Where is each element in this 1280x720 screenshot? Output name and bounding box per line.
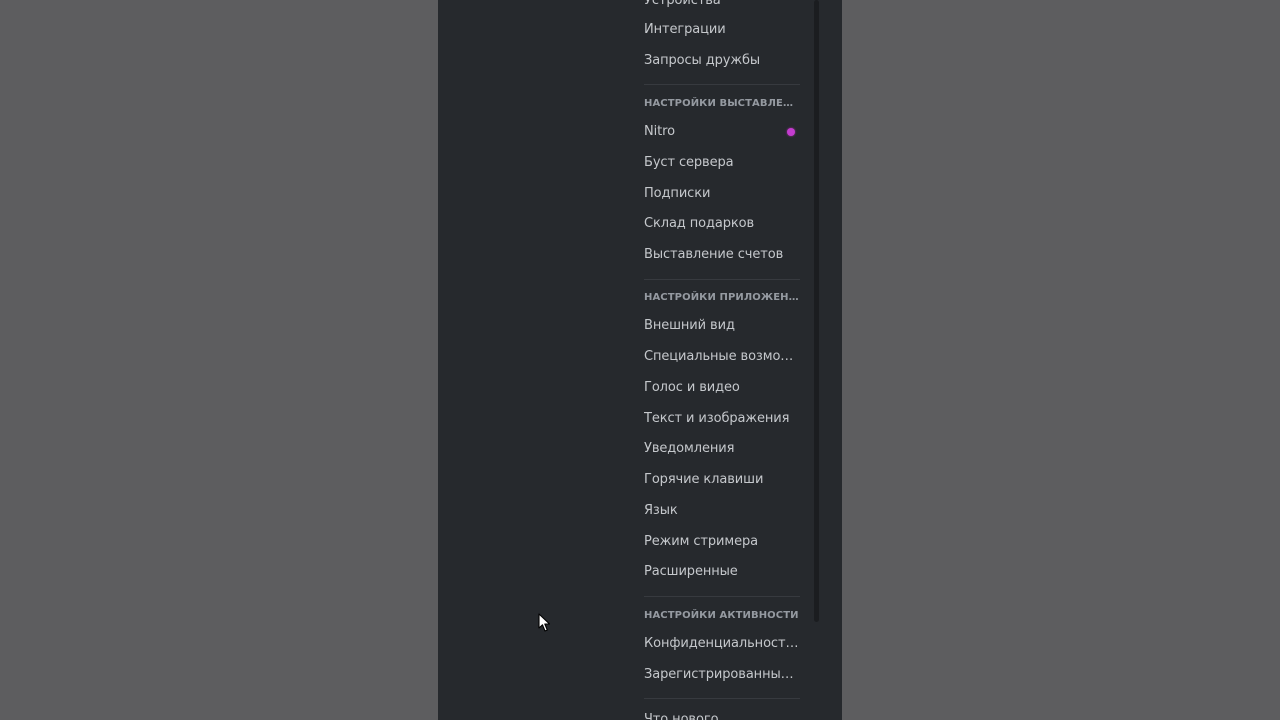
sidebar-item-voice-video[interactable]: Голос и видео [644,373,800,403]
sidebar-item-gift-inventory[interactable]: Склад подарков [644,209,800,239]
section-header-activity: НАСТРОЙКИ АКТИВНОСТИ [644,610,799,621]
screen: Устройства Интеграции Запросы дружбы НАС… [0,0,1280,720]
sidebar-item-devices[interactable]: Устройства [644,0,800,16]
sidebar-item-accessibility[interactable]: Специальные возмож... [644,342,800,372]
sidebar-item-notifications[interactable]: Уведомления [644,434,800,464]
sidebar-item-whats-new[interactable]: Что нового [644,705,800,720]
section-header-billing: НАСТРОЙКИ ВЫСТАВЛЕН... [644,98,800,109]
sidebar-item-registered-games[interactable]: Зарегистрированные ... [644,660,800,690]
sidebar-item-appearance[interactable]: Внешний вид [644,311,800,341]
sidebar-item-billing[interactable]: Выставление счетов [644,240,800,270]
sidebar-item-friend-requests[interactable]: Запросы дружбы [644,46,800,76]
sidebar-item-advanced[interactable]: Расширенные [644,557,800,587]
divider [644,279,800,280]
sidebar-item-integrations[interactable]: Интеграции [644,15,800,45]
nitro-badge-icon [787,128,795,136]
divider [644,84,800,85]
sidebar-item-keybinds[interactable]: Горячие клавиши [644,465,800,495]
section-header-app: НАСТРОЙКИ ПРИЛОЖЕНИЯ [644,292,800,303]
mouse-cursor-icon [538,613,551,632]
sidebar-item-server-boost[interactable]: Буст сервера [644,148,800,178]
divider [644,698,800,699]
settings-window: Устройства Интеграции Запросы дружбы НАС… [438,0,842,720]
sidebar-item-subscriptions[interactable]: Подписки [644,179,800,209]
sidebar-item-nitro[interactable]: Nitro [644,117,800,147]
settings-sidebar: Устройства Интеграции Запросы дружбы НАС… [634,0,804,720]
sidebar-item-activity-privacy[interactable]: Конфиденциальность ... [644,629,800,659]
sidebar-scrollbar[interactable] [814,0,819,622]
sidebar-item-streamer-mode[interactable]: Режим стримера [644,527,800,557]
sidebar-item-language[interactable]: Язык [644,496,800,526]
sidebar-item-text-images[interactable]: Текст и изображения [644,404,800,434]
divider [644,596,800,597]
